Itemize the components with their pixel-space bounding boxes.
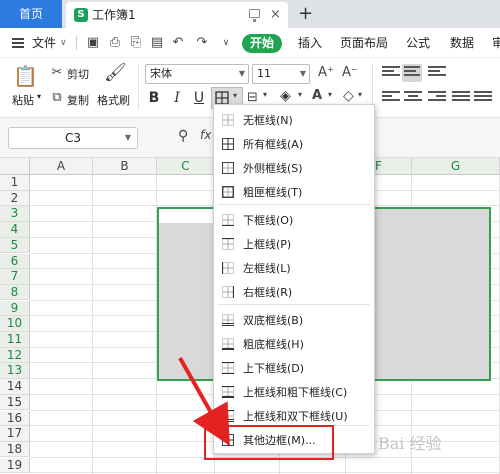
highlight-box <box>204 425 334 460</box>
watermark: Bai 经验 <box>378 434 442 453</box>
red-arrow <box>178 357 230 446</box>
annotation-arrow <box>178 357 230 446</box>
